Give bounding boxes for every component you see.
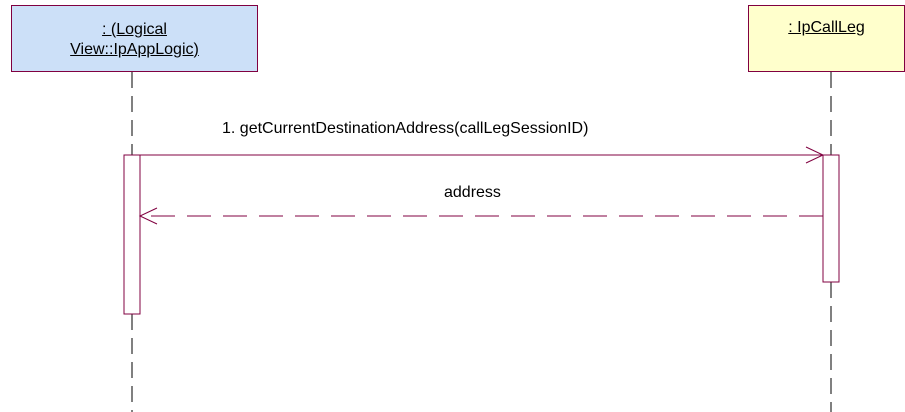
sequence-diagram: : (Logical View::IpAppLogic) : IpCallLeg… xyxy=(0,0,905,412)
lifeline-label-ipcallleg: : IpCallLeg xyxy=(788,19,865,36)
message-1-label: 1. getCurrentDestinationAddress(callLegS… xyxy=(222,120,589,137)
lifeline-label-ipapplogic: : (Logical View::IpAppLogic) xyxy=(70,18,199,60)
lifeline-label-ipapplogic-line-1: : (Logical xyxy=(102,20,167,38)
activation-app xyxy=(123,154,141,315)
activation-leg xyxy=(822,154,840,283)
lifeline-label-ipapplogic-line-2: View::IpAppLogic) xyxy=(70,40,199,58)
lifeline-header-ipcallleg: : IpCallLeg xyxy=(748,5,905,72)
lifeline-header-ipapplogic: : (Logical View::IpAppLogic) xyxy=(11,5,258,72)
message-2-label: address xyxy=(444,184,501,201)
